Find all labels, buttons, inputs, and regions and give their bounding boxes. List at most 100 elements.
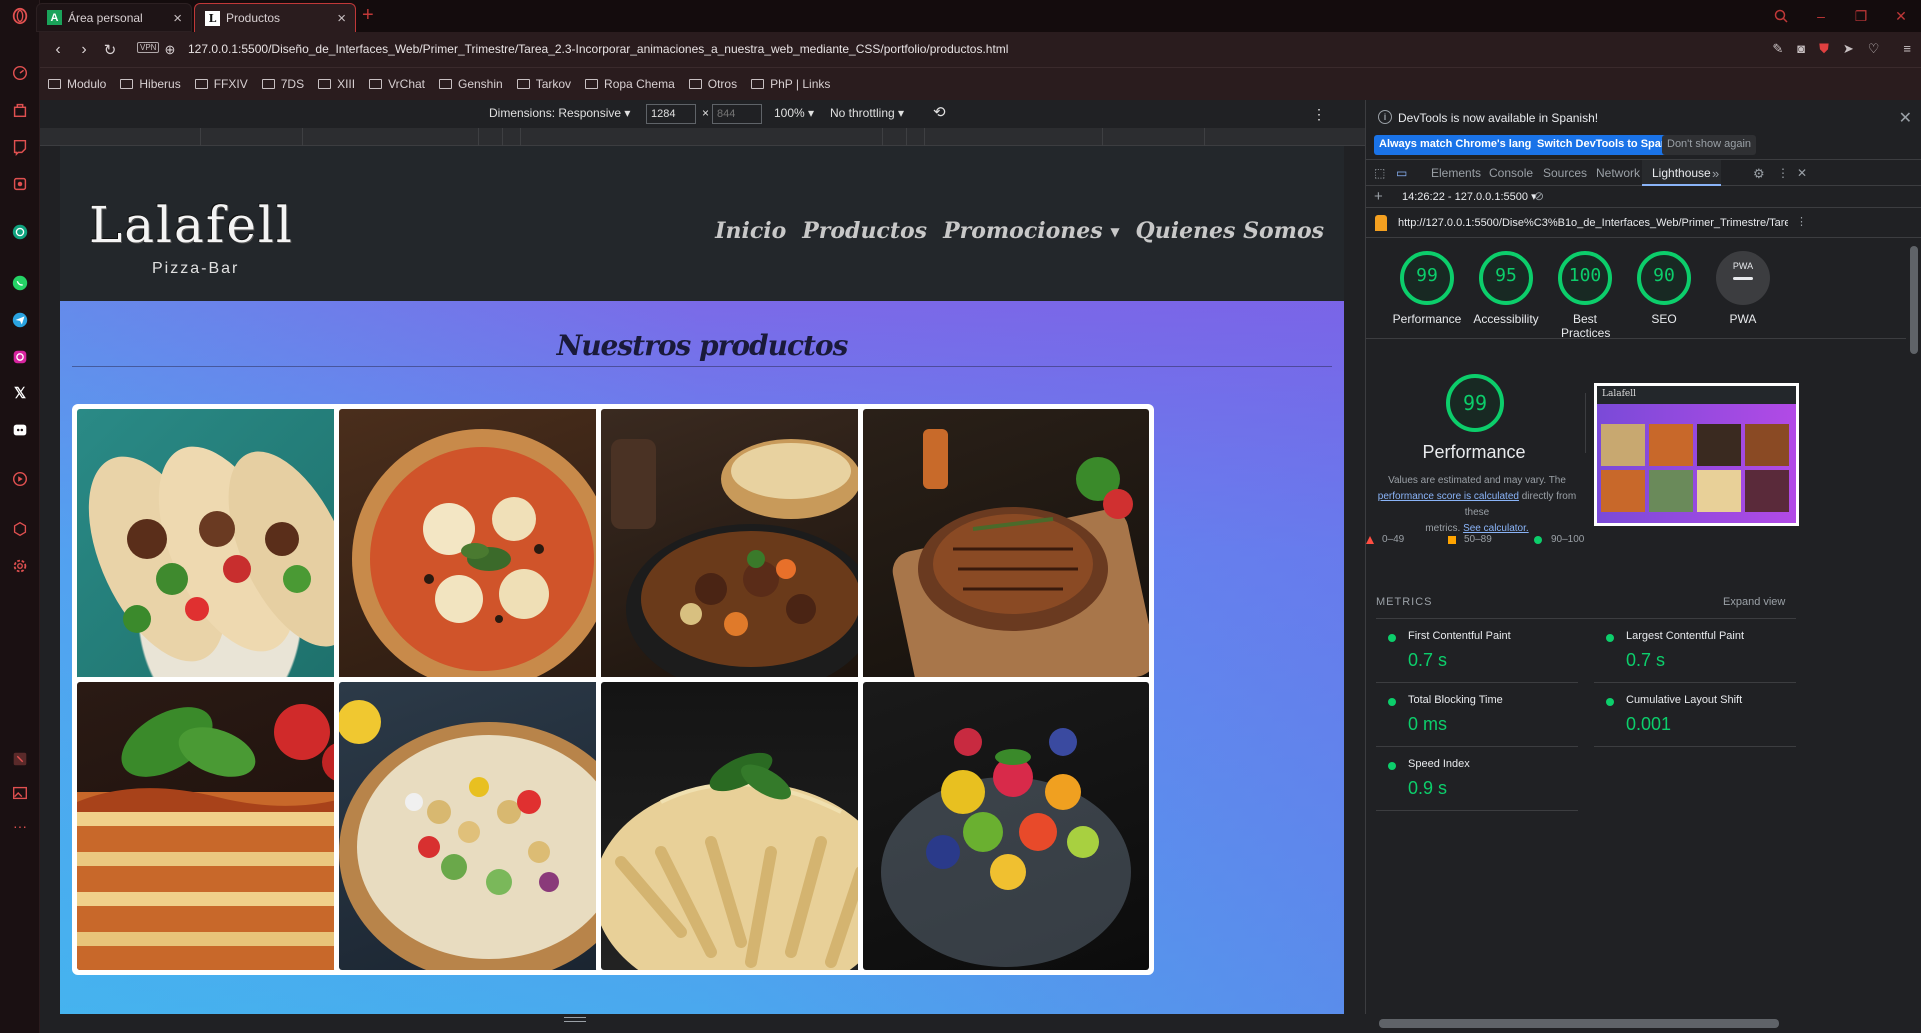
twitch-icon[interactable]	[9, 136, 31, 158]
close-banner-icon[interactable]: ✕	[1899, 108, 1912, 128]
heart-icon[interactable]: ♡	[1868, 41, 1880, 57]
tab-productos[interactable]: L Productos ×	[194, 3, 356, 32]
devtools-settings-icon[interactable]: ⚙	[1753, 166, 1765, 182]
nav-inicio[interactable]: Inicio	[715, 218, 786, 244]
nav-productos[interactable]: Productos	[802, 218, 927, 244]
settings-gear-icon[interactable]	[9, 555, 31, 577]
minimize-icon[interactable]: –	[1801, 0, 1841, 32]
device-toggle-icon[interactable]: ▭	[1396, 166, 1407, 180]
tab-console[interactable]: Console	[1489, 166, 1533, 180]
product-card[interactable]	[334, 404, 630, 702]
send-icon[interactable]: ➤	[1843, 41, 1854, 57]
bookmark-folder[interactable]: XIII	[318, 77, 355, 91]
dimensions-dropdown[interactable]: Dimensions: Responsive ▾	[489, 106, 630, 120]
whatsapp-icon[interactable]	[9, 272, 31, 294]
cube-icon[interactable]	[9, 518, 31, 540]
close-devtools-icon[interactable]: ✕	[1797, 166, 1807, 180]
image-gallery-icon[interactable]	[9, 782, 31, 804]
discord-icon[interactable]	[9, 419, 31, 441]
page-screenshot-thumbnail[interactable]: Lalafell	[1594, 383, 1799, 526]
bookmark-folder[interactable]: Genshin	[439, 77, 503, 91]
speed-dial-icon[interactable]	[9, 62, 31, 84]
width-input[interactable]	[646, 104, 696, 124]
bookmark-folder[interactable]: FFXIV	[194, 77, 248, 91]
shield-icon[interactable]: ⛊	[1819, 41, 1829, 57]
pwa-gauge[interactable]: PWA PWA	[1708, 250, 1778, 326]
devtools-menu-icon[interactable]: ⋮	[1777, 166, 1789, 180]
horizontal-scrollbar[interactable]	[1365, 1014, 1921, 1033]
zoom-dropdown[interactable]: 100% ▾	[774, 106, 814, 120]
inspect-element-icon[interactable]: ⬚	[1374, 166, 1385, 180]
url-field[interactable]: 127.0.0.1:5500/Diseño_de_Interfaces_Web/…	[188, 42, 1008, 56]
more-tabs-chevron-icon[interactable]: »	[1712, 166, 1719, 181]
more-dots-icon[interactable]: ···	[9, 815, 31, 837]
bookmark-folder[interactable]: Otros	[688, 77, 737, 91]
new-tab-plus-icon[interactable]: +	[362, 4, 374, 27]
x-twitter-icon[interactable]: 𝕏	[9, 382, 31, 404]
bookmark-folder[interactable]: VrChat	[369, 77, 425, 91]
reload-icon[interactable]: ↻	[100, 40, 120, 60]
site-info-globe-icon[interactable]: ⊕	[160, 40, 180, 60]
clear-reports-icon[interactable]: ⊘	[1534, 189, 1544, 203]
resize-handle-icon[interactable]	[564, 1017, 586, 1022]
rotate-icon[interactable]: ⟲	[933, 103, 946, 121]
performance-gauge[interactable]: 99 Performance	[1392, 250, 1462, 326]
instagram-icon[interactable]	[9, 346, 31, 368]
product-card[interactable]	[334, 677, 630, 975]
search-tabs-icon[interactable]	[1761, 0, 1801, 32]
telegram-icon[interactable]	[9, 309, 31, 331]
site-logo[interactable]: Lalafell	[89, 196, 294, 254]
chatgpt-icon[interactable]	[9, 221, 31, 243]
tab-network[interactable]: Network	[1596, 166, 1640, 180]
performance-big-gauge[interactable]: 99	[1445, 373, 1505, 433]
report-url[interactable]: http://127.0.0.1:5500/Dise%C3%B1o_de_Int…	[1398, 217, 1788, 229]
vpn-badge[interactable]: VPN	[137, 42, 160, 53]
dont-show-again-button[interactable]: Don't show again	[1662, 135, 1757, 155]
product-card[interactable]	[858, 677, 1154, 975]
product-card[interactable]	[858, 404, 1154, 702]
tab-area-personal[interactable]: A Área personal ×	[36, 3, 192, 32]
opera-logo-icon[interactable]	[9, 5, 31, 27]
tab-lighthouse[interactable]: Lighthouse	[1642, 160, 1721, 186]
back-icon[interactable]: ‹	[48, 40, 68, 60]
report-menu-icon[interactable]: ⋮	[1796, 215, 1807, 228]
product-card[interactable]	[72, 677, 368, 975]
extension-icon[interactable]	[9, 748, 31, 770]
bookmark-folder[interactable]: Modulo	[48, 77, 106, 91]
best-practices-gauge[interactable]: 100 Best Practices	[1545, 250, 1625, 340]
close-tab-icon[interactable]: ×	[337, 10, 346, 27]
music-player-icon[interactable]	[9, 468, 31, 490]
product-card[interactable]	[596, 404, 892, 702]
shopping-icon[interactable]	[9, 99, 31, 121]
bookmark-folder[interactable]: Tarkov	[516, 77, 571, 91]
viewport-resize-bar[interactable]	[40, 1014, 1365, 1033]
height-input[interactable]	[712, 104, 762, 124]
edit-icon[interactable]: ✎	[1772, 41, 1783, 57]
score-calculated-link[interactable]: performance score is calculated	[1378, 491, 1519, 502]
tab-sources[interactable]: Sources	[1543, 166, 1587, 180]
product-card[interactable]	[72, 404, 368, 702]
bookmark-folder[interactable]: PhP | Links	[751, 77, 830, 91]
camera-icon[interactable]: ◙	[1797, 41, 1805, 57]
new-report-plus-icon[interactable]: +	[1374, 188, 1383, 205]
player-icon[interactable]	[9, 173, 31, 195]
tab-elements[interactable]: Elements	[1431, 166, 1481, 180]
expand-view-toggle[interactable]: Expand view	[1723, 596, 1785, 608]
report-selector[interactable]: 14:26:22 - 127.0.0.1:5500 ▾	[1402, 190, 1537, 203]
restore-icon[interactable]: ❐	[1841, 0, 1881, 32]
product-card[interactable]	[596, 677, 892, 975]
close-window-icon[interactable]: ✕	[1881, 0, 1921, 32]
close-tab-icon[interactable]: ×	[173, 10, 182, 27]
nav-quienes-somos[interactable]: Quienes Somos	[1136, 218, 1324, 244]
seo-gauge[interactable]: 90 SEO	[1629, 250, 1699, 326]
media-query-bar[interactable]	[40, 128, 1365, 146]
forward-icon[interactable]: ›	[74, 40, 94, 60]
nav-promociones[interactable]: Promociones ▼	[943, 218, 1119, 244]
vertical-scrollbar[interactable]	[1907, 238, 1921, 1033]
bookmark-folder[interactable]: 7DS	[261, 77, 304, 91]
menu-icon[interactable]: ≡	[1903, 41, 1911, 57]
bookmark-folder[interactable]: Hiberus	[120, 77, 181, 91]
accessibility-gauge[interactable]: 95 Accessibility	[1471, 250, 1541, 326]
throttling-dropdown[interactable]: No throttling ▾	[830, 106, 904, 120]
more-options-icon[interactable]: ⋮	[1312, 106, 1326, 123]
